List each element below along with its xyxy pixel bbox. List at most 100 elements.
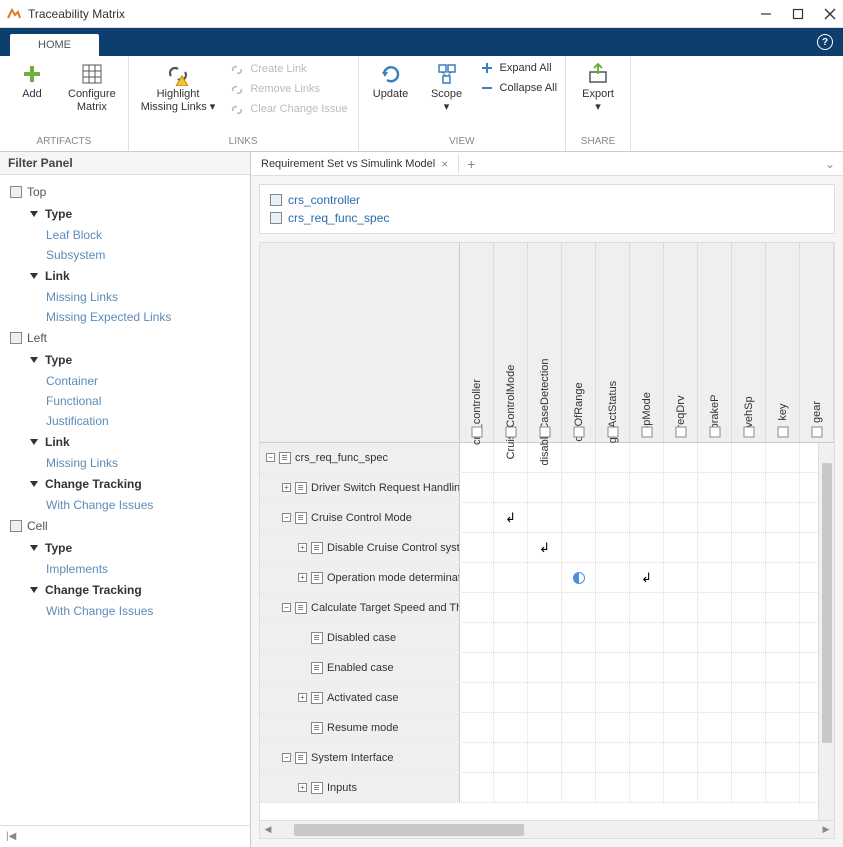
- matrix-cell[interactable]: [664, 713, 698, 742]
- row-label[interactable]: +Inputs: [260, 773, 460, 802]
- matrix-cell[interactable]: [562, 473, 596, 502]
- matrix-cell[interactable]: [698, 683, 732, 712]
- matrix-cell[interactable]: [630, 683, 664, 712]
- matrix-cell[interactable]: [732, 473, 766, 502]
- expand-all-button[interactable]: Expand All: [479, 60, 557, 76]
- filter-functional[interactable]: Functional: [0, 391, 250, 411]
- matrix-cell[interactable]: [596, 563, 630, 592]
- filter-missing-links[interactable]: Missing Links: [0, 287, 250, 307]
- filter-top-type[interactable]: Type: [0, 203, 250, 225]
- matrix-cell[interactable]: [766, 623, 800, 652]
- column-header[interactable]: vehSp: [732, 243, 766, 442]
- row-label[interactable]: Enabled case: [260, 653, 460, 682]
- matrix-cell[interactable]: [766, 503, 800, 532]
- filter-cell[interactable]: Cell: [0, 515, 250, 537]
- filter-implements[interactable]: Implements: [0, 559, 250, 579]
- matrix-cell[interactable]: [596, 713, 630, 742]
- column-header[interactable]: outOfRange: [562, 243, 596, 442]
- matrix-cell[interactable]: [630, 653, 664, 682]
- row-label[interactable]: +Operation mode determination: [260, 563, 460, 592]
- matrix-cell[interactable]: [630, 713, 664, 742]
- matrix-cell[interactable]: [528, 743, 562, 772]
- filter-cell-change-tracking[interactable]: Change Tracking: [0, 579, 250, 601]
- matrix-cell[interactable]: [562, 773, 596, 802]
- row-label[interactable]: +Activated case: [260, 683, 460, 712]
- tab-home[interactable]: HOME: [10, 34, 99, 56]
- matrix-cell[interactable]: [494, 623, 528, 652]
- matrix-cell[interactable]: [630, 743, 664, 772]
- matrix-cell[interactable]: [528, 653, 562, 682]
- matrix-cell[interactable]: [664, 773, 698, 802]
- column-header[interactable]: getActStatus: [596, 243, 630, 442]
- expander-icon[interactable]: −: [266, 453, 275, 462]
- matrix-cell[interactable]: [460, 683, 494, 712]
- matrix-cell[interactable]: [732, 593, 766, 622]
- matrix-cell[interactable]: [528, 773, 562, 802]
- matrix-cell[interactable]: [596, 653, 630, 682]
- matrix-cell[interactable]: [766, 773, 800, 802]
- expander-icon[interactable]: +: [298, 543, 307, 552]
- matrix-cell[interactable]: [494, 563, 528, 592]
- matrix-cell[interactable]: [596, 533, 630, 562]
- horizontal-scrollbar[interactable]: ◀▶: [260, 820, 834, 838]
- matrix-cell[interactable]: [698, 473, 732, 502]
- doc-tab[interactable]: Requirement Set vs Simulink Model ×: [251, 154, 459, 174]
- matrix-cell[interactable]: [460, 533, 494, 562]
- matrix-cell[interactable]: [664, 623, 698, 652]
- matrix-cell[interactable]: [732, 683, 766, 712]
- filter-left[interactable]: Left: [0, 327, 250, 349]
- matrix-cell[interactable]: [528, 473, 562, 502]
- vertical-scrollbar[interactable]: [818, 443, 834, 820]
- filter-missing-expected[interactable]: Missing Expected Links: [0, 307, 250, 327]
- matrix-cell[interactable]: [766, 653, 800, 682]
- add-tab-button[interactable]: +: [459, 156, 483, 172]
- column-header[interactable]: disableCaseDetection: [528, 243, 562, 442]
- matrix-cell[interactable]: [596, 443, 630, 472]
- matrix-cell[interactable]: [596, 593, 630, 622]
- matrix-cell[interactable]: [460, 713, 494, 742]
- matrix-cell[interactable]: [732, 743, 766, 772]
- matrix-cell[interactable]: [664, 473, 698, 502]
- filter-top-link[interactable]: Link: [0, 265, 250, 287]
- matrix-cell[interactable]: [528, 593, 562, 622]
- matrix-cell[interactable]: [732, 563, 766, 592]
- matrix-cell[interactable]: [460, 623, 494, 652]
- scope-button[interactable]: Scope▾: [423, 60, 471, 115]
- matrix-cell[interactable]: [460, 563, 494, 592]
- matrix-cell[interactable]: [460, 743, 494, 772]
- matrix-cell[interactable]: [596, 473, 630, 502]
- expander-icon[interactable]: +: [298, 693, 307, 702]
- matrix-cell[interactable]: [698, 533, 732, 562]
- row-label[interactable]: −Calculate Target Speed and Throttle: [260, 593, 460, 622]
- matrix-cell[interactable]: [698, 653, 732, 682]
- matrix-cell[interactable]: [460, 473, 494, 502]
- artifact-link-controller[interactable]: crs_controller: [270, 191, 824, 209]
- close-button[interactable]: [823, 7, 837, 21]
- matrix-cell[interactable]: [698, 593, 732, 622]
- close-tab-icon[interactable]: ×: [441, 157, 448, 171]
- matrix-cell[interactable]: [630, 773, 664, 802]
- matrix-cell[interactable]: [766, 683, 800, 712]
- matrix-cell[interactable]: [698, 563, 732, 592]
- matrix-cell[interactable]: [664, 503, 698, 532]
- matrix-cell[interactable]: [664, 683, 698, 712]
- matrix-cell[interactable]: ↲: [528, 533, 562, 562]
- matrix-cell[interactable]: [664, 563, 698, 592]
- matrix-cell[interactable]: ↲: [494, 503, 528, 532]
- matrix-cell[interactable]: [494, 683, 528, 712]
- column-header[interactable]: reqDrv: [664, 243, 698, 442]
- matrix-cell[interactable]: [562, 503, 596, 532]
- filter-left-type[interactable]: Type: [0, 349, 250, 371]
- column-header[interactable]: crs_controller: [460, 243, 494, 442]
- matrix-cell[interactable]: [698, 503, 732, 532]
- matrix-cell[interactable]: [732, 623, 766, 652]
- row-label[interactable]: +Driver Switch Request Handling: [260, 473, 460, 502]
- matrix-cell[interactable]: [494, 743, 528, 772]
- update-button[interactable]: Update: [367, 60, 415, 103]
- expander-icon[interactable]: −: [282, 513, 291, 522]
- matrix-cell[interactable]: [528, 683, 562, 712]
- matrix-cell[interactable]: [664, 743, 698, 772]
- matrix-cell[interactable]: [732, 713, 766, 742]
- matrix-cell[interactable]: [732, 653, 766, 682]
- filter-left-link[interactable]: Link: [0, 431, 250, 453]
